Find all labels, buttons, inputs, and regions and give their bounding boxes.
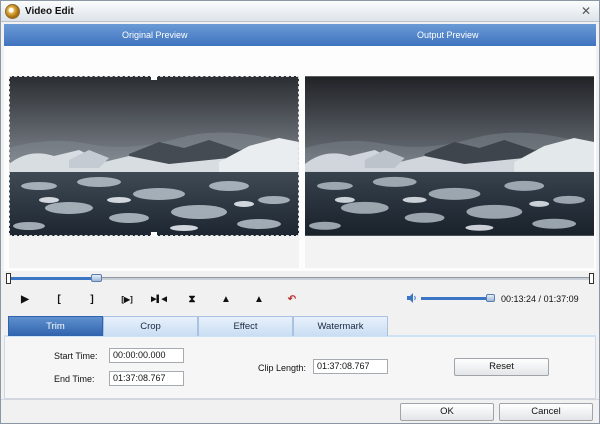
original-preview-video[interactable]: [9, 76, 299, 236]
timeline-progress: [9, 277, 96, 280]
app-logo-icon: [5, 4, 20, 19]
time-separator: /: [536, 294, 544, 304]
output-preview-video: [305, 76, 594, 236]
end-time-field[interactable]: 01:37:08.767: [109, 371, 184, 386]
timeline-thumb[interactable]: [91, 274, 102, 282]
iceberg-scene-output-image: [305, 76, 594, 236]
mark-down-button[interactable]: ▲: [249, 290, 269, 308]
start-time-label: Start Time:: [54, 351, 98, 361]
clip-length-label: Clip Length:: [258, 363, 307, 373]
video-edit-window: Video Edit ✕ Original Preview Output Pre…: [0, 0, 600, 424]
trim-icon: ⧗: [188, 293, 196, 305]
tab-trim[interactable]: Trim: [8, 316, 103, 336]
trim-button[interactable]: ⧗: [182, 290, 202, 308]
play-button[interactable]: ▶: [15, 290, 35, 308]
mark-up-icon: ▲: [221, 293, 231, 305]
start-time-field[interactable]: 00:00:00.000: [109, 348, 184, 363]
tab-crop[interactable]: Crop: [103, 316, 198, 336]
crop-handle-bottom[interactable]: [151, 232, 157, 236]
ok-button[interactable]: OK: [400, 403, 494, 421]
cancel-button[interactable]: Cancel: [499, 403, 593, 421]
volume-thumb[interactable]: [486, 294, 495, 302]
original-preview-label: Original Preview: [122, 30, 188, 40]
skip-next-button[interactable]: ▶▌◀: [148, 290, 170, 308]
undo-button[interactable]: ↶: [282, 290, 302, 308]
preview-header: Original Preview Output Preview: [4, 24, 596, 46]
timeline-start-marker[interactable]: [6, 273, 11, 284]
edit-tabs: Trim Crop Effect Watermark: [4, 316, 596, 337]
time-total: 01:37:09: [543, 294, 579, 304]
play-icon: ▶: [21, 293, 29, 305]
original-pane-bottom: [9, 236, 299, 268]
set-end-button[interactable]: ]: [82, 290, 102, 308]
play-selection-icon: [▶]: [121, 294, 133, 304]
preview-area: [4, 46, 596, 271]
timeline-slider[interactable]: [6, 273, 594, 284]
skip-next-icon: ▶▌◀: [151, 296, 167, 303]
window-title: Video Edit: [25, 6, 74, 17]
volume-icon[interactable]: [407, 293, 417, 303]
set-start-icon: [: [57, 293, 61, 305]
output-pane-bottom: [305, 236, 594, 268]
reset-button[interactable]: Reset: [454, 358, 549, 376]
trim-panel: Start Time: 00:00:00.000 End Time: 01:37…: [4, 337, 596, 399]
play-selection-button[interactable]: [▶]: [115, 290, 139, 308]
output-preview-label: Output Preview: [417, 30, 479, 40]
tab-effect[interactable]: Effect: [198, 316, 293, 336]
dialog-footer: OK Cancel: [1, 399, 599, 423]
end-time-label: End Time:: [54, 374, 95, 384]
clip-length-field[interactable]: 01:37:08.767: [313, 359, 388, 374]
set-start-button[interactable]: [: [49, 290, 69, 308]
timeline-end-marker[interactable]: [589, 273, 594, 284]
set-end-icon: ]: [90, 293, 94, 305]
title-bar[interactable]: Video Edit ✕: [1, 1, 599, 22]
time-readout: 00:13:24 / 01:37:09: [501, 294, 579, 304]
tab-watermark[interactable]: Watermark: [293, 316, 388, 336]
volume-slider[interactable]: [421, 294, 495, 302]
volume-level: [421, 297, 491, 300]
time-current: 00:13:24: [501, 294, 537, 304]
playback-controls: ▶ [ ] [▶] ▶▌◀ ⧗ ▲ ▲ ↶ 00:13:24 / 01:37:0…: [4, 289, 596, 309]
crop-handle-top[interactable]: [151, 76, 157, 80]
iceberg-scene-image: [9, 76, 299, 236]
undo-icon: ↶: [287, 293, 297, 305]
mark-up-button[interactable]: ▲: [216, 290, 236, 308]
mark-down-icon: ▲: [254, 293, 264, 305]
close-icon[interactable]: ✕: [581, 4, 591, 18]
